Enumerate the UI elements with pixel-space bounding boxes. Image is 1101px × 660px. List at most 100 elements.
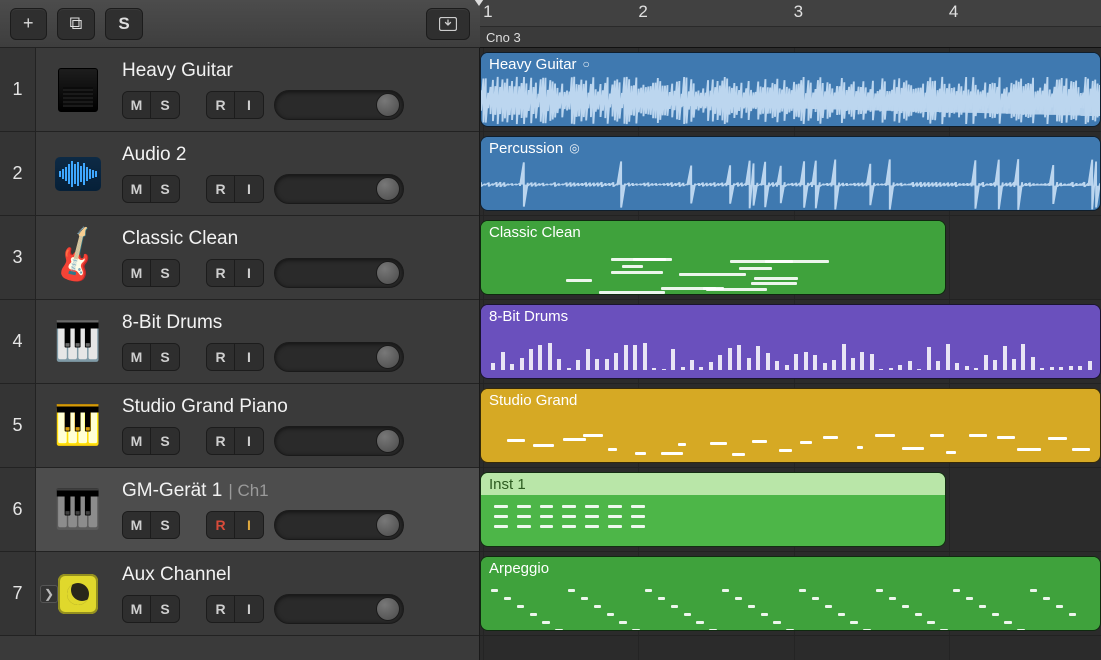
region[interactable]: Percussion ◎ xyxy=(480,136,1101,211)
waveform xyxy=(481,159,1100,210)
track-name[interactable]: Classic Clean xyxy=(122,228,469,250)
playhead-icon[interactable] xyxy=(472,0,486,6)
pan-slider[interactable] xyxy=(274,174,404,204)
region[interactable]: Studio Grand xyxy=(480,388,1101,463)
track-number: 7 xyxy=(0,552,36,635)
loop-icon: ◎ xyxy=(569,141,579,155)
track-header[interactable]: 5🎹Studio Grand Piano MS RI xyxy=(0,384,479,468)
track-name[interactable]: Audio 2 xyxy=(122,144,469,166)
lane[interactable]: Classic Clean xyxy=(480,216,1101,300)
region[interactable]: Inst 1 xyxy=(480,472,946,547)
region-lanes: Heavy Guitar○ Percussion ◎ Classic Clean 8-B… xyxy=(480,48,1101,660)
arrange-area[interactable]: Heavy Guitar○ Percussion ◎ Classic Clean 8-B… xyxy=(480,48,1101,660)
region-label: Inst 1 xyxy=(489,476,526,493)
track-header[interactable]: 7❯Aux ChannelMSRI xyxy=(0,552,479,636)
track-icon[interactable]: 🎹 xyxy=(36,384,120,467)
track-name[interactable]: Studio Grand Piano xyxy=(122,396,469,418)
region[interactable]: Classic Clean xyxy=(480,220,946,295)
input-monitor-button[interactable]: I xyxy=(235,92,263,118)
track-number: 2 xyxy=(0,132,36,215)
track-icon[interactable] xyxy=(36,132,120,215)
mute-button[interactable]: M xyxy=(123,512,151,538)
record-enable-button[interactable]: R xyxy=(207,596,235,622)
bar-number: 4 xyxy=(949,2,958,22)
midi-preview xyxy=(485,415,1096,458)
mute-button[interactable]: M xyxy=(123,344,151,370)
solo-button[interactable]: S xyxy=(151,344,179,370)
track-icon[interactable]: 🎹 xyxy=(36,468,120,551)
duplicate-track-button[interactable]: ⧉ xyxy=(57,8,96,40)
lane[interactable]: Inst 1 xyxy=(480,468,1101,552)
lane[interactable]: Heavy Guitar○ xyxy=(480,48,1101,132)
track-list: 1Heavy GuitarMSRI2Audio 2MSRI3🎸Classic C… xyxy=(0,48,480,660)
input-monitor-button[interactable]: I xyxy=(235,596,263,622)
input-monitor-button[interactable]: I xyxy=(235,428,263,454)
region[interactable]: Arpeggio xyxy=(480,556,1101,631)
record-enable-button[interactable]: R xyxy=(207,260,235,286)
pan-slider[interactable] xyxy=(274,510,404,540)
region[interactable]: Heavy Guitar○ xyxy=(480,52,1101,127)
ruler-bars[interactable]: 1234 xyxy=(480,0,1101,27)
track-number: 6 xyxy=(0,468,36,551)
lane[interactable]: 8-Bit Drums xyxy=(480,300,1101,384)
solo-button[interactable]: S xyxy=(151,260,179,286)
record-enable-button[interactable]: R xyxy=(207,176,235,202)
track-header[interactable]: 6🎹GM-Gerät 1| Ch1 MS RI xyxy=(0,468,479,552)
bar-ruler[interactable]: 1234 Cno 3 xyxy=(480,0,1101,48)
record-enable-button[interactable]: R xyxy=(207,92,235,118)
pan-slider[interactable] xyxy=(274,90,404,120)
input-monitor-button[interactable]: I xyxy=(235,176,263,202)
track-header[interactable]: 4🎹8-Bit DrumsMSRI xyxy=(0,300,479,384)
record-enable-button[interactable]: R xyxy=(207,428,235,454)
input-monitor-button[interactable]: I xyxy=(235,512,263,538)
track-header[interactable]: 1Heavy GuitarMSRI xyxy=(0,48,479,132)
solo-button[interactable]: S xyxy=(151,428,179,454)
track-header[interactable]: 3🎸Classic Clean MS RI xyxy=(0,216,479,300)
track-name[interactable]: GM-Gerät 1| Ch1 xyxy=(122,480,469,502)
mute-button[interactable]: M xyxy=(123,176,151,202)
region-label: 8-Bit Drums xyxy=(489,308,568,325)
import-icon xyxy=(439,17,457,31)
region-label: Studio Grand xyxy=(489,392,577,409)
track-name[interactable]: Aux Channel xyxy=(122,564,469,586)
solo-button[interactable]: S xyxy=(151,512,179,538)
track-name[interactable]: 8-Bit Drums xyxy=(122,312,469,334)
pan-slider[interactable] xyxy=(274,342,404,372)
mute-button[interactable]: M xyxy=(123,596,151,622)
pan-slider[interactable] xyxy=(274,258,404,288)
mute-button[interactable]: M xyxy=(123,92,151,118)
input-monitor-button[interactable]: I xyxy=(235,344,263,370)
mute-button[interactable]: M xyxy=(123,260,151,286)
solo-button[interactable]: S xyxy=(151,92,179,118)
solo-button[interactable]: S xyxy=(151,176,179,202)
marker-label: Cno 3 xyxy=(486,30,521,45)
midi-preview xyxy=(485,247,941,290)
solo-button[interactable]: S xyxy=(151,596,179,622)
region-label: Classic Clean xyxy=(489,224,581,241)
input-monitor-button[interactable]: I xyxy=(235,260,263,286)
import-button[interactable] xyxy=(426,8,470,40)
track-name[interactable]: Heavy Guitar xyxy=(122,60,469,82)
global-solo-button[interactable]: S xyxy=(105,8,142,40)
lane[interactable]: Arpeggio xyxy=(480,552,1101,636)
marker-track[interactable]: Cno 3 xyxy=(480,27,1101,47)
add-track-button[interactable]: + xyxy=(10,8,47,40)
record-enable-button[interactable]: R xyxy=(207,344,235,370)
track-icon[interactable]: 🎹 xyxy=(36,300,120,383)
pan-slider[interactable] xyxy=(274,594,404,624)
track-header[interactable]: 2 Audio 2 MS RI xyxy=(0,132,479,216)
mute-button[interactable]: M xyxy=(123,428,151,454)
track-number: 5 xyxy=(0,384,36,467)
region[interactable]: 8-Bit Drums xyxy=(480,304,1101,379)
pan-slider[interactable] xyxy=(274,426,404,456)
track-icon[interactable] xyxy=(36,552,120,635)
midi-preview xyxy=(485,331,1096,374)
track-number: 3 xyxy=(0,216,36,299)
track-icon[interactable] xyxy=(36,48,120,131)
record-enable-button[interactable]: R xyxy=(207,512,235,538)
midi-preview xyxy=(485,583,1096,626)
region-label: Percussion xyxy=(489,140,563,157)
lane[interactable]: Percussion ◎ xyxy=(480,132,1101,216)
track-icon[interactable]: 🎸 xyxy=(36,216,120,299)
lane[interactable]: Studio Grand xyxy=(480,384,1101,468)
